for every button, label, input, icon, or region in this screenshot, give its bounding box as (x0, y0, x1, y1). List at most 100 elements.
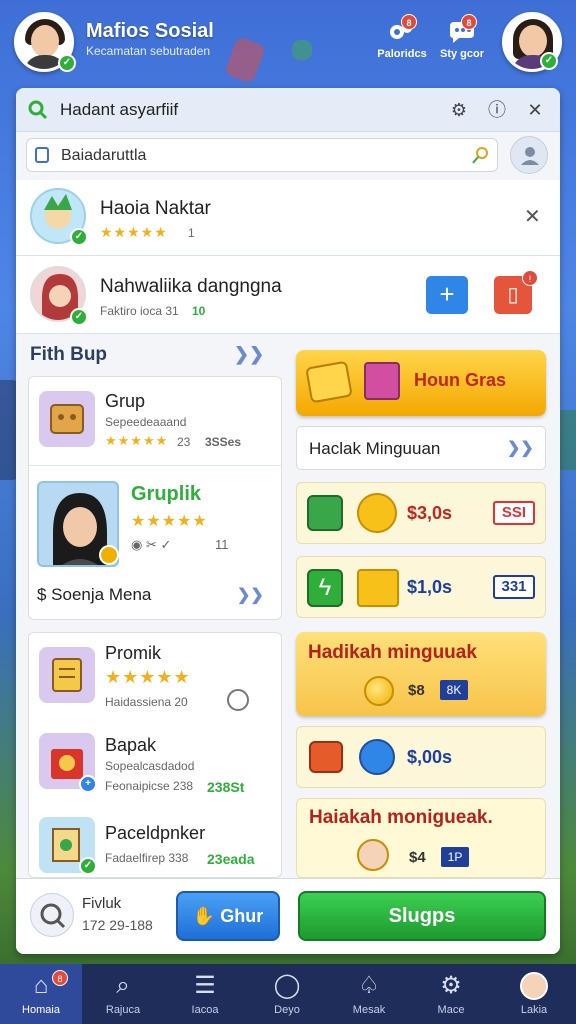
nav-chat[interactable]: ◯ Deyo (246, 964, 328, 1024)
weekly-bonus-card[interactable]: Haiakah monigueak. $4 1P (296, 798, 546, 878)
coin-icon (364, 676, 394, 706)
add-badge: + (79, 775, 97, 793)
topbar-label: Sty gcor (439, 48, 484, 60)
group-name: Promik (105, 643, 162, 663)
search-icon (28, 100, 48, 120)
friend-name: Nahwaliika dangngna (100, 276, 282, 297)
sun-icon (357, 493, 397, 533)
search-label: Fivluk (82, 895, 122, 912)
search-input[interactable]: Baiadaruttla (26, 138, 498, 172)
meat-icon (309, 741, 343, 773)
notification-badge: 8 (461, 14, 477, 30)
gift-icon (364, 362, 400, 400)
group-tag: 3SSes (205, 435, 242, 449)
search-value: Baiadaruttla (61, 147, 147, 164)
topbar-button-2[interactable]: 8 Sty gcor (432, 14, 492, 60)
magnifier-icon[interactable] (471, 145, 491, 165)
timer-icon (227, 689, 249, 711)
lightning-icon: ϟ (307, 569, 343, 607)
nav-list[interactable]: ☰ Iacoa (164, 964, 246, 1024)
gear-icon[interactable]: ⚙ (448, 99, 470, 121)
hand-icon: ✋ (192, 906, 216, 926)
chevrons-icon[interactable]: ❯❯ (234, 344, 264, 365)
nav-profile[interactable]: Lakia (492, 964, 576, 1024)
topbar-label: Paloridcs (377, 48, 427, 60)
offer-card[interactable]: $,00s (296, 726, 546, 788)
offer-amount: $,00s (407, 747, 453, 767)
bell-icon: ♤ (358, 972, 380, 999)
offer-card[interactable]: ϟ $1,0s 331 (296, 556, 546, 618)
offer-amount: $1,0s (407, 577, 453, 597)
potion-icon (359, 739, 395, 775)
weekly-tag: 8K (440, 680, 468, 700)
friend-row[interactable]: ✓ Nahwaliika dangngna Faktiro ioca 31 10… (16, 256, 560, 334)
friend-sub: Faktiro ioca 31 (100, 304, 179, 318)
chevrons-icon[interactable]: ❯❯ (237, 585, 264, 605)
scroll-icon (39, 647, 95, 703)
add-friend-button[interactable]: + (426, 276, 468, 314)
group-sub: Feonaipicse 238 (105, 779, 194, 793)
nav-label: Mace (437, 1004, 465, 1016)
verified-badge: ✓ (70, 308, 88, 326)
group-value: 238St (207, 779, 245, 795)
user-button[interactable] (510, 136, 548, 174)
group-sub: Sopealcasdadod (105, 759, 195, 773)
gear-group-icon: 8 (387, 14, 417, 46)
gold-reward-button[interactable]: Houn Gras (296, 350, 546, 416)
group-card[interactable]: Promik ★★★★★ Haidassiena 20 + Bapak Sope… (28, 632, 282, 878)
verified-badge: ✓ (58, 54, 76, 72)
offer-price: 331 (493, 575, 535, 599)
search-circle-button[interactable] (30, 893, 74, 937)
offer-card[interactable]: $3,0s SSI (296, 482, 546, 544)
nav-label: Iacoa (191, 1004, 219, 1016)
weekly-reward-button[interactable]: Haclak Minguuan ❯❯ (296, 426, 546, 470)
nav-label: Rajuca (105, 1004, 141, 1016)
weekly-title: Hadikah minguuak (308, 642, 477, 663)
chevrons-icon: ❯❯ (507, 440, 534, 457)
group-card[interactable]: Grup Sepeedeaaand ★★★★★ 23 3SSes Gruplik… (28, 376, 282, 620)
star-rating: ★★★★★ (100, 224, 168, 240)
section-title: Fith Bup (30, 344, 108, 365)
nav-notifications[interactable]: ♤ Mesak (328, 964, 410, 1024)
app-subtitle: Kecamatan sebutraden (86, 44, 211, 58)
group-sub: Haidassiena 20 (105, 695, 188, 709)
coin-icon (99, 545, 119, 565)
weekly-bonus-card[interactable]: Hadikah minguuak $8 8K (296, 632, 546, 716)
ticket-icon (305, 360, 353, 404)
friend-level: 10 (192, 304, 206, 318)
ghur-button[interactable]: ✋ Ghur (176, 891, 280, 941)
topbar-button-1[interactable]: 8 Paloridcs (372, 14, 432, 60)
weekly-reward-label: Haclak Minguuan (309, 439, 441, 458)
weekly-title: Haiakah monigueak. (309, 807, 493, 828)
notification-badge: 8 (52, 970, 68, 986)
search-icon: ⌕ (116, 972, 130, 999)
gold-bars-icon (357, 569, 399, 607)
group-sub: Sepeedeaaand (105, 415, 187, 429)
info-icon[interactable]: ⓘ (486, 99, 508, 121)
verified-badge: ✓ (70, 228, 88, 246)
rating-count: 1 (188, 226, 195, 240)
friend-row[interactable]: ✓ Haoia Naktar ★★★★★ 1 ✕ (16, 180, 560, 256)
nav-settings[interactable]: ⚙ Mace (410, 964, 492, 1024)
social-panel: Hadant asyarfiif ⚙ ⓘ ✕ Baiadaruttla ✓ Ha… (16, 88, 560, 954)
group-count: 11 (215, 537, 229, 552)
group-name: Bapak (105, 735, 157, 755)
close-icon[interactable]: ✕ (524, 99, 546, 121)
group-name: Grup (105, 391, 146, 411)
nav-label: Lakia (520, 1004, 548, 1016)
puzzle-icon (39, 391, 95, 447)
app-title: Mafios Sosial (86, 20, 214, 42)
nav-search[interactable]: ⌕ Rajuca (82, 964, 164, 1024)
star-rating: ★★★★★ (131, 513, 208, 530)
verified-badge: ✓ (540, 52, 558, 70)
close-icon[interactable]: ✕ (524, 204, 541, 229)
nav-home[interactable]: ⌂ Homaia 8 (0, 964, 82, 1024)
group-value: 23eada (207, 851, 255, 867)
bottom-navigation: ⌂ Homaia 8 ⌕ Rajuca ☰ Iacoa ◯ Deyo ♤ Mes… (0, 964, 576, 1024)
nav-label: Deyo (274, 1004, 300, 1016)
confirm-button[interactable]: Slugps (298, 891, 546, 941)
panel-header: Hadant asyarfiif ⚙ ⓘ ✕ (16, 88, 560, 132)
notification-badge: 8 (401, 14, 417, 30)
profile-icon (520, 972, 548, 1000)
top-bar: ✓ Mafios Sosial Kecamatan sebutraden 8 P… (0, 0, 576, 86)
